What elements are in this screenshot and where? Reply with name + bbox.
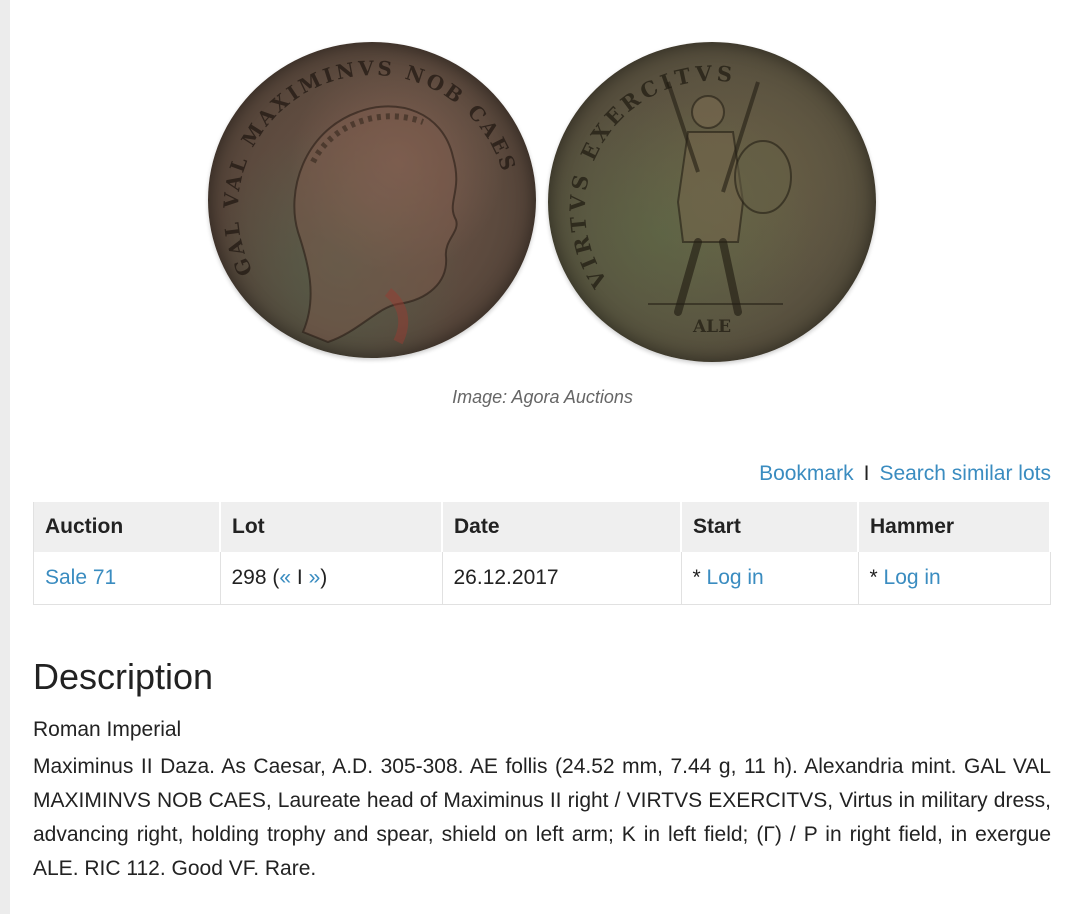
previous-lot-link[interactable]: « xyxy=(279,566,291,589)
header-lot: Lot xyxy=(219,502,443,552)
table-header-row: Auction Lot Date Start Hammer xyxy=(33,502,1051,552)
bookmark-link[interactable]: Bookmark xyxy=(759,462,854,485)
cell-date: 26.12.2017 xyxy=(441,552,682,605)
cell-auction: Sale 71 xyxy=(33,552,221,605)
lot-nav-separator: I xyxy=(296,566,303,589)
next-lot-link[interactable]: » xyxy=(309,566,321,589)
page: GAL VAL MAXIMINVS NOB CAES VIRTVS EXERCI… xyxy=(10,0,1075,914)
hammer-prefix: * xyxy=(869,566,884,589)
image-caption: Image: Agora Auctions xyxy=(452,387,633,407)
description-heading: Description xyxy=(33,656,214,697)
lot-info-table: Auction Lot Date Start Hammer Sale 71 29… xyxy=(33,502,1051,605)
cell-lot: 298 (« I ») xyxy=(219,552,443,605)
header-hammer: Hammer xyxy=(857,502,1051,552)
hammer-login-link[interactable]: Log in xyxy=(884,566,941,589)
coin-image[interactable]: GAL VAL MAXIMINVS NOB CAES VIRTVS EXERCI… xyxy=(10,0,1075,420)
coin-obverse: GAL VAL MAXIMINVS NOB CAES xyxy=(208,42,536,358)
start-prefix: * xyxy=(692,566,707,589)
header-start: Start xyxy=(680,502,859,552)
cell-start: * Log in xyxy=(680,552,859,605)
obverse-art: GAL VAL MAXIMINVS NOB CAES xyxy=(219,56,519,345)
lot-number: 298 xyxy=(231,566,267,589)
start-login-link[interactable]: Log in xyxy=(707,566,764,589)
search-similar-lots-link[interactable]: Search similar lots xyxy=(879,462,1051,485)
table-row: Sale 71 298 (« I ») 26.12.2017 * Log in … xyxy=(33,552,1051,605)
header-date: Date xyxy=(441,502,682,552)
description-text: Maximinus II Daza. As Caesar, A.D. 305-3… xyxy=(33,755,1051,880)
reverse-art: VIRTVS EXERCITVS ALE xyxy=(565,60,792,337)
actions-separator: I xyxy=(863,462,870,485)
header-auction: Auction xyxy=(33,502,221,552)
coin-reverse: VIRTVS EXERCITVS ALE xyxy=(548,42,876,362)
auction-link[interactable]: Sale 71 xyxy=(45,566,116,589)
reverse-exergue: ALE xyxy=(692,317,731,337)
lot-actions: Bookmark I Search similar lots xyxy=(759,462,1051,486)
lot-nav-close: ) xyxy=(320,566,328,589)
cell-hammer: * Log in xyxy=(857,552,1051,605)
description-category: Roman Imperial xyxy=(33,718,182,741)
